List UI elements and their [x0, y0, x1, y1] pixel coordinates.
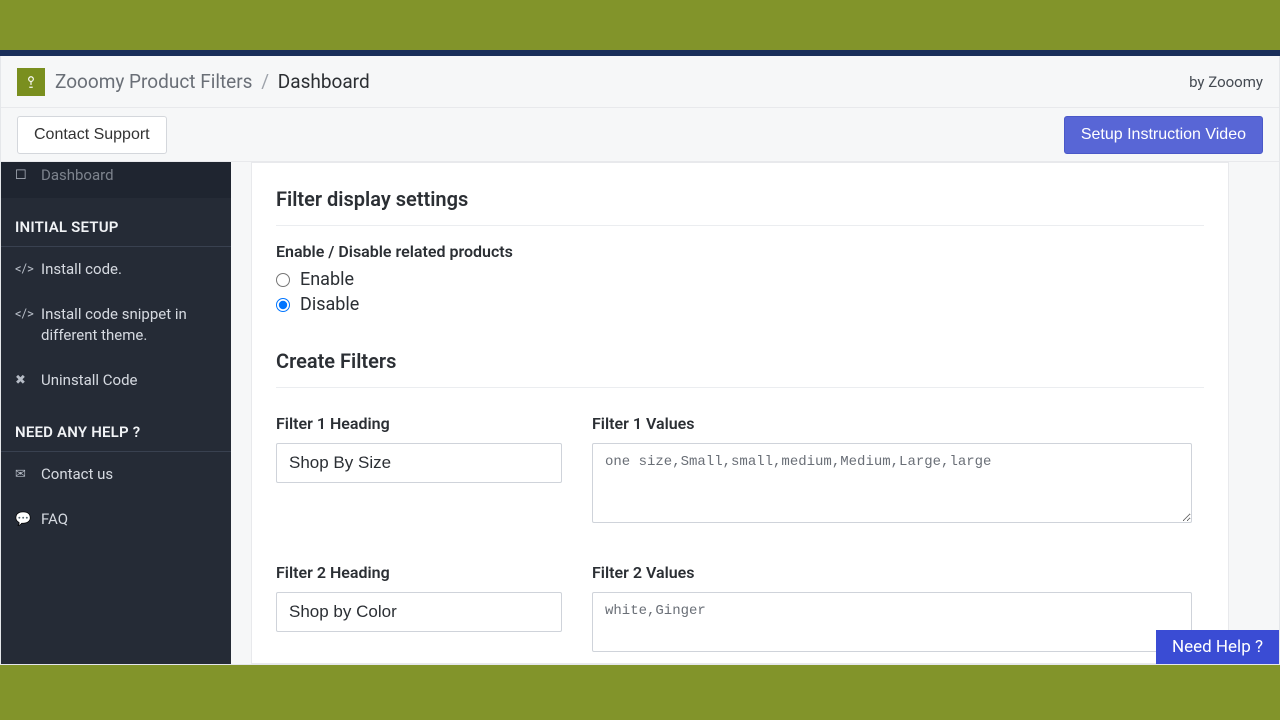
sidebar-item-uninstall-code[interactable]: ✖ Uninstall Code	[1, 358, 231, 403]
action-bar: Contact Support Setup Instruction Video	[1, 108, 1279, 162]
app-frame: Zooomy Product Filters / Dashboard by Zo…	[0, 56, 1280, 665]
sidebar-item-contact-us[interactable]: ✉ Contact us	[1, 452, 231, 497]
need-help-tab[interactable]: Need Help ?	[1156, 630, 1279, 664]
bottom-stripe	[0, 665, 1280, 720]
radio-enable[interactable]: Enable	[276, 269, 1204, 290]
breadcrumb-current: Dashboard	[278, 70, 370, 93]
filter1-heading-label: Filter 1 Heading	[276, 414, 562, 433]
breadcrumb-root[interactable]: Zooomy Product Filters	[55, 70, 252, 93]
sidebar-item-label: Dashboard	[41, 165, 114, 186]
filter1-values-label: Filter 1 Values	[592, 414, 1192, 433]
comment-icon: 💬	[15, 511, 33, 529]
contact-support-button[interactable]: Contact Support	[17, 116, 167, 154]
radio-enable-label: Enable	[300, 269, 354, 290]
header-byline: by Zooomy	[1189, 73, 1263, 91]
sidebar-item-faq[interactable]: 💬 FAQ	[1, 497, 231, 542]
filter1-values-textarea[interactable]	[592, 443, 1192, 523]
close-icon: ✖	[15, 372, 33, 390]
code-icon: </>	[15, 261, 33, 279]
enable-disable-label: Enable / Disable related products	[276, 242, 1204, 261]
filter1-heading-input[interactable]	[276, 443, 562, 483]
create-filters-heading: Create Filters	[276, 349, 1204, 388]
filter2-values-textarea[interactable]	[592, 592, 1192, 652]
breadcrumb: Zooomy Product Filters / Dashboard	[55, 70, 370, 93]
breadcrumb-separator: /	[261, 70, 269, 93]
sidebar-item-label: Contact us	[41, 464, 113, 485]
top-stripe	[0, 0, 1280, 50]
setup-video-button[interactable]: Setup Instruction Video	[1064, 116, 1263, 154]
main: Filter display settings Enable / Disable…	[231, 162, 1279, 664]
sidebar-item-label: Uninstall Code	[41, 370, 138, 391]
sidebar-item-label: Install code.	[41, 259, 122, 280]
sidebar-item-dashboard[interactable]: ☐ Dashboard	[1, 162, 231, 198]
radio-disable-input[interactable]	[276, 298, 290, 312]
radio-enable-input[interactable]	[276, 273, 290, 287]
sidebar-item-label: Install code snippet in different theme.	[41, 304, 217, 346]
sidebar-section-initial-setup: INITIAL SETUP	[1, 198, 231, 247]
radio-disable[interactable]: Disable	[276, 294, 1204, 315]
dashboard-icon: ☐	[15, 167, 33, 185]
filter2-heading-input[interactable]	[276, 592, 562, 632]
sidebar-section-need-help: NEED ANY HELP ?	[1, 403, 231, 452]
body: ☐ Dashboard INITIAL SETUP </> Install co…	[1, 162, 1279, 664]
sidebar-item-label: FAQ	[41, 509, 68, 530]
filter-row-1: Filter 1 Heading Filter 1 Values	[276, 414, 1204, 527]
sidebar-item-install-snippet[interactable]: </> Install code snippet in different th…	[1, 292, 231, 358]
sidebar-item-install-code[interactable]: </> Install code.	[1, 247, 231, 292]
sidebar: ☐ Dashboard INITIAL SETUP </> Install co…	[1, 162, 231, 664]
filter-row-2: Filter 2 Heading Filter 2 Values	[276, 563, 1204, 656]
filter2-values-label: Filter 2 Values	[592, 563, 1192, 582]
radio-disable-label: Disable	[300, 294, 359, 315]
filter2-heading-label: Filter 2 Heading	[276, 563, 562, 582]
mail-icon: ✉	[15, 466, 33, 484]
header: Zooomy Product Filters / Dashboard by Zo…	[1, 56, 1279, 108]
app-logo-icon	[17, 68, 45, 96]
filter-display-heading: Filter display settings	[276, 187, 1204, 226]
settings-card: Filter display settings Enable / Disable…	[251, 162, 1229, 664]
code-icon: </>	[15, 306, 33, 324]
